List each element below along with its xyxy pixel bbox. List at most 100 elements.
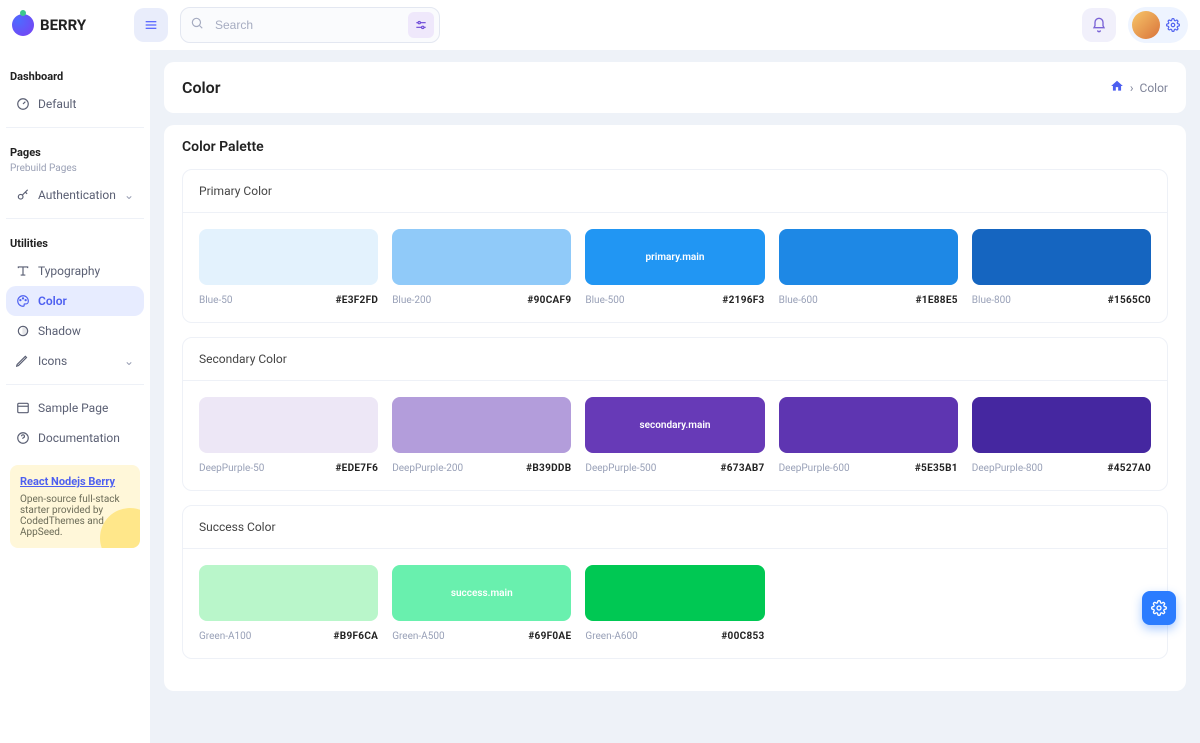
palette-title: Color Palette	[164, 125, 1186, 169]
profile-menu-button[interactable]	[1128, 7, 1188, 43]
topbar: BERRY	[0, 0, 1200, 50]
color-swatch[interactable]: Blue-200 #90CAF9	[392, 229, 571, 306]
swatch-name: Blue-200	[392, 295, 431, 306]
nav-color[interactable]: Color	[6, 286, 144, 316]
swatch-name: Blue-500	[585, 295, 624, 306]
color-group-title: Success Color	[183, 506, 1167, 549]
section-utilities: Utilities	[10, 237, 140, 250]
color-swatch[interactable]: DeepPurple-200 #B39DDB	[392, 397, 571, 474]
type-icon	[16, 264, 30, 278]
pen-icon	[16, 354, 30, 368]
swatch-box	[779, 229, 958, 285]
promo-card: React Nodejs Berry Open-source full-stac…	[10, 465, 140, 548]
menu-toggle-button[interactable]	[134, 8, 168, 42]
nav-label: Default	[38, 97, 76, 111]
swatch-name: Blue-800	[972, 295, 1011, 306]
swatch-box	[392, 229, 571, 285]
swatch-hex: #2196F3	[722, 295, 764, 306]
color-swatch[interactable]: Blue-600 #1E88E5	[779, 229, 958, 306]
swatch-name: DeepPurple-500	[585, 463, 656, 474]
search-filter-button[interactable]	[408, 12, 434, 38]
help-icon	[16, 431, 30, 445]
swatch-name: Green-A100	[199, 631, 251, 642]
swatch-hex: #1E88E5	[916, 295, 958, 306]
nav-label: Documentation	[38, 431, 120, 445]
color-swatch[interactable]: DeepPurple-600 #5E35B1	[779, 397, 958, 474]
swatch-box	[199, 397, 378, 453]
section-dashboard: Dashboard	[10, 70, 140, 83]
color-swatch[interactable]: success.mainGreen-A500#69F0AE	[392, 565, 571, 642]
swatch-hex: #00C853	[721, 631, 764, 642]
palette-card: Color Palette Primary Color Blue-50#E3F2F…	[164, 125, 1186, 691]
swatch-box	[199, 565, 378, 621]
search-icon	[190, 16, 204, 34]
avatar	[1132, 11, 1160, 39]
nav-icons[interactable]: Icons ⌄	[6, 346, 144, 376]
swatch-box: primary.main	[585, 229, 764, 285]
swatch-hex: #B9F6CA	[334, 631, 379, 642]
color-swatch[interactable]: Blue-800#1565C0	[972, 229, 1151, 306]
swatch-box: success.main	[392, 565, 571, 621]
color-swatch[interactable]: Green-A100 #B9F6CA	[199, 565, 378, 642]
chevron-down-icon: ⌄	[124, 354, 134, 368]
page-header: Color › Color	[164, 62, 1186, 113]
color-swatch[interactable]: DeepPurple-50 #EDE7F6	[199, 397, 378, 474]
swatch-hex: #90CAF9	[527, 295, 571, 306]
nav-authentication[interactable]: Authentication ⌄	[6, 180, 144, 210]
nav-label: Authentication	[38, 188, 116, 202]
color-swatch[interactable]: primary.main Blue-500 #2196F3	[585, 229, 764, 306]
swatch-name: DeepPurple-50	[199, 463, 264, 474]
breadcrumb: › Color	[1110, 79, 1168, 96]
swatch-name: DeepPurple-600	[779, 463, 850, 474]
nav-documentation[interactable]: Documentation	[6, 423, 144, 453]
breadcrumb-current: Color	[1140, 81, 1168, 95]
color-group: Success Color Green-A100 #B9F6CA success.ma…	[182, 505, 1168, 659]
swatch-box	[199, 229, 378, 285]
swatch-hex: #4527A0	[1108, 463, 1151, 474]
swatch-name: Blue-600	[779, 295, 818, 306]
nav-label: Sample Page	[38, 401, 108, 415]
notifications-button[interactable]	[1082, 8, 1116, 42]
home-icon[interactable]	[1110, 79, 1124, 96]
brand-text: BERRY	[40, 16, 86, 34]
section-pages: Pages	[10, 146, 140, 159]
promo-link[interactable]: React Nodejs Berry	[20, 475, 130, 488]
nav-typography[interactable]: Typography	[6, 256, 144, 286]
promo-text: Open-source full-stack starter provided …	[20, 494, 120, 538]
settings-fab[interactable]	[1142, 591, 1176, 625]
nav-label: Typography	[38, 264, 100, 278]
nav-label: Shadow	[38, 324, 81, 338]
color-swatch[interactable]: Blue-50#E3F2FD	[199, 229, 378, 306]
nav-default[interactable]: Default	[6, 89, 144, 119]
chevron-down-icon: ⌄	[124, 188, 134, 202]
speed-icon	[16, 97, 30, 111]
search-input[interactable]	[180, 7, 440, 43]
color-group-title: Primary Color	[183, 170, 1167, 213]
color-swatch[interactable]: Green-A600 #00C853	[585, 565, 764, 642]
swatch-hex: #5E35B1	[915, 463, 958, 474]
swatch-name: DeepPurple-200	[392, 463, 463, 474]
color-group-title: Secondary Color	[183, 338, 1167, 381]
swatch-box: secondary.main	[585, 397, 764, 453]
swatch-name: Green-A600	[585, 631, 637, 642]
page-title: Color	[182, 78, 220, 97]
swatch-hex: #69F0AE	[528, 631, 571, 642]
swatch-hex: #B39DDB	[526, 463, 571, 474]
nav-shadow[interactable]: Shadow	[6, 316, 144, 346]
shadow-icon	[16, 324, 30, 338]
swatch-box	[972, 229, 1151, 285]
key-icon	[16, 188, 30, 202]
color-swatch[interactable]: secondary.mainDeepPurple-500#673AB7	[585, 397, 764, 474]
color-swatch[interactable]: DeepPurple-800#4527A0	[972, 397, 1151, 474]
nav-label: Color	[38, 294, 67, 308]
swatch-box	[972, 397, 1151, 453]
swatch-hex: #E3F2FD	[336, 295, 379, 306]
swatch-box	[392, 397, 571, 453]
gear-icon	[1151, 600, 1167, 616]
color-group: Secondary ColorDeepPurple-50#EDE7F6DeepP…	[182, 337, 1168, 491]
window-icon	[16, 401, 30, 415]
main-content: Color › Color Color Palette Primary Colo…	[150, 50, 1200, 743]
nav-sample-page[interactable]: Sample Page	[6, 393, 144, 423]
logo[interactable]: BERRY	[12, 14, 122, 36]
swatch-hex: #EDE7F6	[335, 463, 378, 474]
